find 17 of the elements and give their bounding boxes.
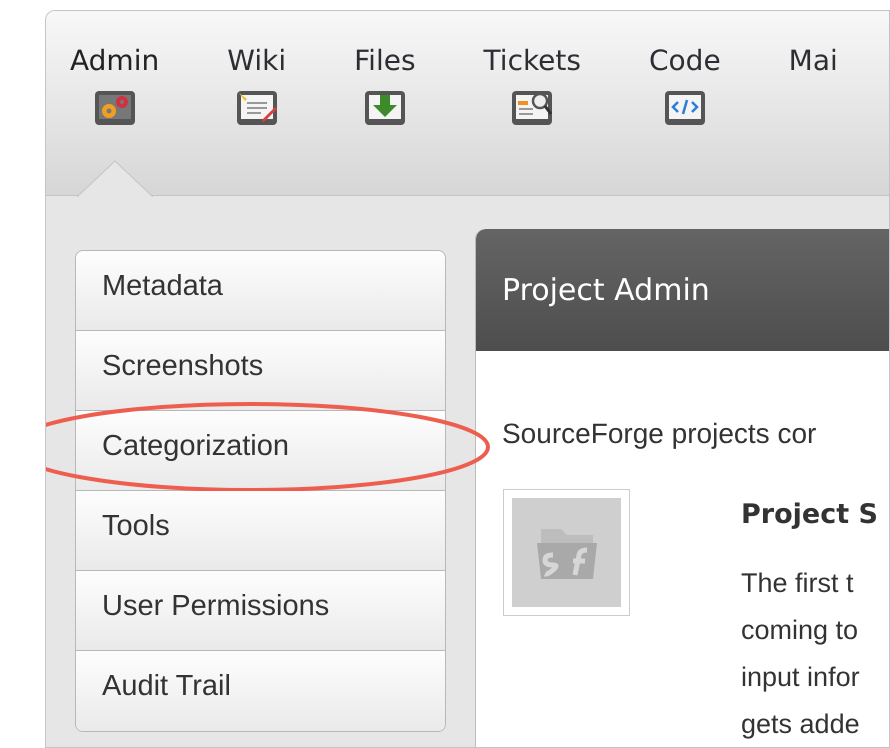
section-title: Project S <box>741 498 878 532</box>
document-pencil-icon <box>234 89 279 127</box>
document-search-icon <box>510 89 554 127</box>
gears-icon <box>92 89 137 127</box>
section-text: The first t coming to input infor gets adde <box>741 566 861 741</box>
sidebar-item[interactable]: Metadata <box>76 251 445 331</box>
toolbar-tab[interactable]: Mai <box>788 43 838 127</box>
toolbar-tab[interactable]: Code <box>648 43 721 127</box>
sidebar-item[interactable]: Tools <box>76 491 445 571</box>
toolbar-tab[interactable]: Admin <box>70 43 160 127</box>
toolbar-tab[interactable]: Files <box>354 43 416 127</box>
code-icon <box>662 89 707 127</box>
toolbar-tab[interactable]: Wiki <box>227 43 286 127</box>
download-icon <box>362 89 407 127</box>
panel-title: Project Admin <box>502 272 710 310</box>
toolbar-tab[interactable]: Tickets <box>484 43 581 127</box>
intro-text: SourceForge projects cor <box>502 417 818 451</box>
